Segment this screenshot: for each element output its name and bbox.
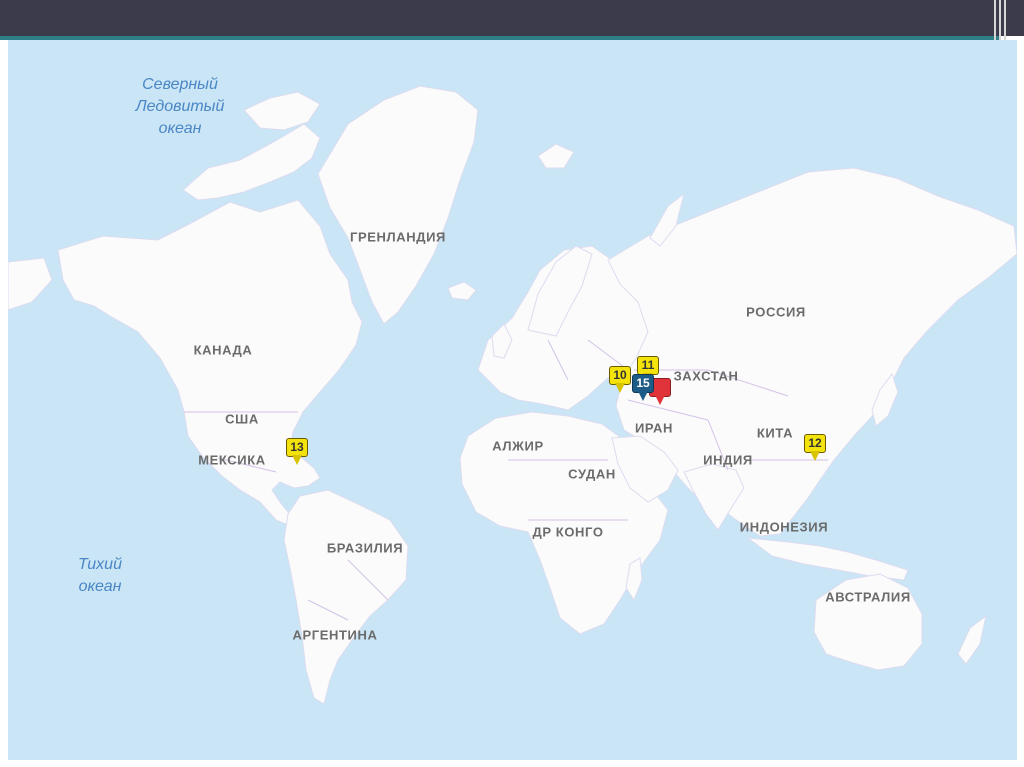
- marker-pin-tail: [292, 455, 302, 465]
- label-argentina: АРГЕНТИНА: [292, 627, 378, 643]
- label-iran: ИРАН: [634, 420, 674, 436]
- south-america-land: [283, 489, 409, 705]
- label-mexico: МЕКСИКА: [198, 452, 266, 468]
- svalbard-land: [537, 143, 575, 169]
- marker-pin-tail: [655, 395, 665, 405]
- australia-land: [813, 573, 923, 671]
- label-usa: США: [225, 411, 259, 427]
- arctic-islands-2: [243, 91, 321, 131]
- label-indonesia: ИНДОНЕЗИЯ: [739, 519, 829, 535]
- slide-header-bar: [0, 0, 1024, 36]
- arctic-ocean-label: Северный Ледовитый океан: [135, 76, 225, 137]
- map-marker-12[interactable]: 12: [804, 434, 826, 462]
- iceland-land: [447, 281, 477, 301]
- pacific-ocean-label: Тихий океан: [78, 556, 122, 595]
- label-greenland: ГРЕНЛАНДИЯ: [350, 229, 446, 245]
- india-land: [683, 463, 745, 531]
- label-dr-congo: ДР КОНГО: [532, 524, 604, 540]
- alaska-west: [8, 257, 53, 311]
- label-russia: РОССИЯ: [746, 304, 806, 320]
- indonesia-land: [746, 537, 909, 581]
- label-kazakhstan: ЗАХСТАН: [673, 368, 739, 384]
- marker-pin-tail: [615, 383, 625, 393]
- label-china: КИТА: [756, 425, 794, 441]
- label-algeria: АЛЖИР: [492, 438, 544, 454]
- marker-pin-tail: [638, 391, 648, 401]
- label-canada: КАНАДА: [193, 342, 253, 358]
- map-marker-13[interactable]: 13: [286, 438, 308, 466]
- world-map[interactable]: Северный Ледовитый океан Тихий океан ГРЕ…: [8, 40, 1017, 760]
- north-america-land: [57, 199, 363, 527]
- label-india: ИНДИЯ: [703, 452, 753, 468]
- map-marker-10[interactable]: 10: [609, 366, 631, 394]
- label-brazil: БРАЗИЛИЯ: [326, 540, 404, 556]
- label-sudan: СУДАН: [568, 466, 616, 482]
- new-zealand-land: [957, 614, 987, 665]
- map-land-layer: [8, 85, 1017, 705]
- label-australia: АВСТРАЛИЯ: [825, 589, 911, 605]
- marker-pin-tail: [810, 451, 820, 461]
- map-marker-15[interactable]: 15: [632, 374, 654, 402]
- header-decoration: [994, 0, 1010, 40]
